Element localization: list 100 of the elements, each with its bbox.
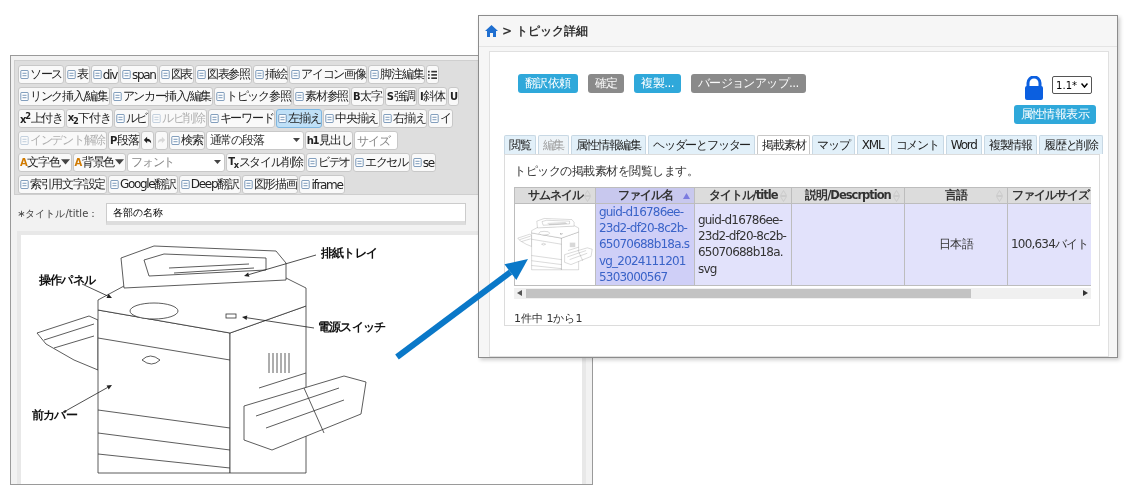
toolbar-button[interactable]: アンカー挿入/編集	[110, 87, 213, 106]
breadcrumb-separator: >	[502, 24, 513, 38]
tab[interactable]: ヘッダーとフッター	[648, 135, 756, 154]
toolbar-button[interactable]: div	[90, 65, 119, 84]
document-icon	[115, 114, 125, 123]
toolbar-button[interactable]: ルビ	[113, 109, 149, 128]
toolbar-button[interactable]: 左揃え	[276, 109, 323, 128]
tab[interactable]: 属性情報編集	[571, 135, 647, 154]
home-icon[interactable]	[485, 25, 498, 37]
toolbar-button[interactable]: I斜体	[418, 87, 447, 106]
document-icon	[151, 114, 161, 123]
callout-label: 電源スイッチ	[318, 320, 386, 334]
tab[interactable]: 閲覧	[504, 135, 536, 154]
toolbar-button[interactable]: 図形描画	[241, 175, 299, 194]
toolbar-button[interactable]: iframe	[299, 175, 345, 194]
column-header[interactable]: タイトル/title	[694, 187, 792, 204]
toolbar-button[interactable]: Deep翻訳	[178, 175, 241, 194]
size-field[interactable]: サイズ	[354, 131, 399, 150]
toolbar-button[interactable]: アイコン画像	[289, 65, 368, 84]
toolbar-button[interactable]: U	[447, 87, 459, 106]
caret-icon	[292, 138, 300, 143]
sort-ascending-icon	[683, 192, 690, 199]
toolbar-button[interactable]: キーワード	[207, 109, 276, 128]
document-icon	[301, 180, 311, 189]
title-label: ∗タイトル/title：	[17, 207, 99, 221]
column-header[interactable]: 説明/Descrption	[791, 187, 905, 204]
toolbar-button[interactable]: span	[119, 65, 158, 84]
toolbar-button[interactable]: 図表参照	[195, 65, 252, 84]
toolbar-button[interactable]: P段落	[107, 131, 141, 150]
tab[interactable]: コメント	[890, 135, 944, 154]
toolbar-button[interactable]: 挿絵	[252, 65, 289, 84]
toolbar-button[interactable]: se	[410, 153, 436, 172]
callout-label: 前カバー	[32, 408, 77, 422]
tab[interactable]: 履歴と削除	[1038, 135, 1103, 154]
scroll-right-icon[interactable]	[1083, 290, 1088, 297]
document-icon	[20, 180, 29, 189]
caret-icon	[60, 158, 70, 167]
toolbar-button[interactable]: x$_{2}$下付き	[65, 109, 113, 128]
callout-label: 操作パネル	[39, 273, 95, 287]
list-icon	[428, 70, 438, 79]
toolbar-button[interactable]: S強調	[384, 87, 418, 106]
toolbar-button[interactable]: 右揃え	[381, 109, 428, 128]
toolbar-button[interactable]: x$^{2}$上付き	[18, 109, 65, 128]
column-header[interactable]: 言語	[904, 187, 1008, 204]
sort-icon	[996, 189, 1003, 202]
title-field[interactable]: 各部の名称	[106, 203, 467, 225]
column-header[interactable]: ファイル名	[595, 187, 695, 204]
document-icon	[254, 70, 264, 79]
table-cell: 100,634バイト	[1007, 203, 1091, 286]
tab[interactable]: マップ	[812, 135, 855, 154]
chevron-icon	[1081, 82, 1088, 88]
toolbar-button[interactable]: A背景色	[72, 153, 127, 172]
scroll-left-icon[interactable]	[517, 290, 522, 297]
scrollbar-track[interactable]	[514, 287, 1091, 299]
document-icon	[370, 70, 380, 79]
document-icon	[20, 92, 29, 101]
toolbar-button[interactable]: 脚注編集	[368, 65, 426, 84]
document-icon	[243, 180, 253, 189]
list-button[interactable]	[426, 65, 440, 84]
toolbar-button[interactable]: 検索	[169, 131, 205, 150]
tab[interactable]: XML	[856, 135, 889, 154]
undo-button[interactable]	[141, 131, 155, 150]
document-icon	[171, 136, 181, 145]
table-cell: 日本語	[904, 203, 1008, 286]
toolbar-button[interactable]: ソース	[18, 65, 65, 84]
column-header[interactable]: ファイルサイズ	[1007, 187, 1091, 204]
document-icon	[307, 158, 317, 167]
column-header[interactable]: サムネイル	[514, 187, 596, 204]
toolbar-button[interactable]: B太字	[351, 87, 384, 106]
document-icon	[67, 70, 77, 79]
toolbar-button[interactable]: 素材参照	[293, 87, 350, 106]
dropdown[interactable]: フォント	[127, 153, 226, 172]
toolbar-button[interactable]: ビデオ	[305, 153, 353, 172]
toolbar-button[interactable]: T$_{x}$スタイル削除	[226, 153, 305, 172]
toolbar-button[interactable]: イ	[428, 109, 453, 128]
document-icon	[197, 70, 206, 79]
toolbar-button[interactable]: トピック参照	[214, 87, 293, 106]
toolbar-button[interactable]: 図表	[158, 65, 194, 84]
document-icon	[109, 180, 119, 189]
toolbar-button[interactable]: 索引用文字設定	[18, 175, 107, 194]
document-icon	[278, 114, 288, 123]
version-dropdown[interactable]: 1.1*	[1052, 76, 1092, 94]
scrollbar-thumb[interactable]	[526, 288, 971, 298]
document-icon	[295, 92, 305, 101]
tab[interactable]: 掲載素材	[757, 135, 811, 154]
toolbar-button[interactable]: エクセル	[353, 153, 410, 172]
dropdown[interactable]: 通常の段落	[205, 131, 304, 150]
sort-icon	[584, 189, 591, 202]
caret-icon	[115, 158, 125, 167]
tab[interactable]: 複製情報	[983, 135, 1037, 154]
toolbar-button[interactable]: リンク挿入/編集	[18, 87, 110, 106]
toolbar-button[interactable]: A文字色	[18, 153, 72, 172]
toolbar-button[interactable]: Google翻訳	[107, 175, 178, 194]
toolbar-button[interactable]: h1見出し	[304, 131, 354, 150]
caret-icon	[214, 160, 222, 165]
callout-label: 排紙トレイ	[321, 246, 377, 260]
document-icon	[291, 70, 301, 79]
toolbar-button[interactable]: 中央揃え	[323, 109, 381, 128]
toolbar-button[interactable]: 表	[65, 65, 90, 84]
tab[interactable]: Word	[945, 135, 982, 154]
